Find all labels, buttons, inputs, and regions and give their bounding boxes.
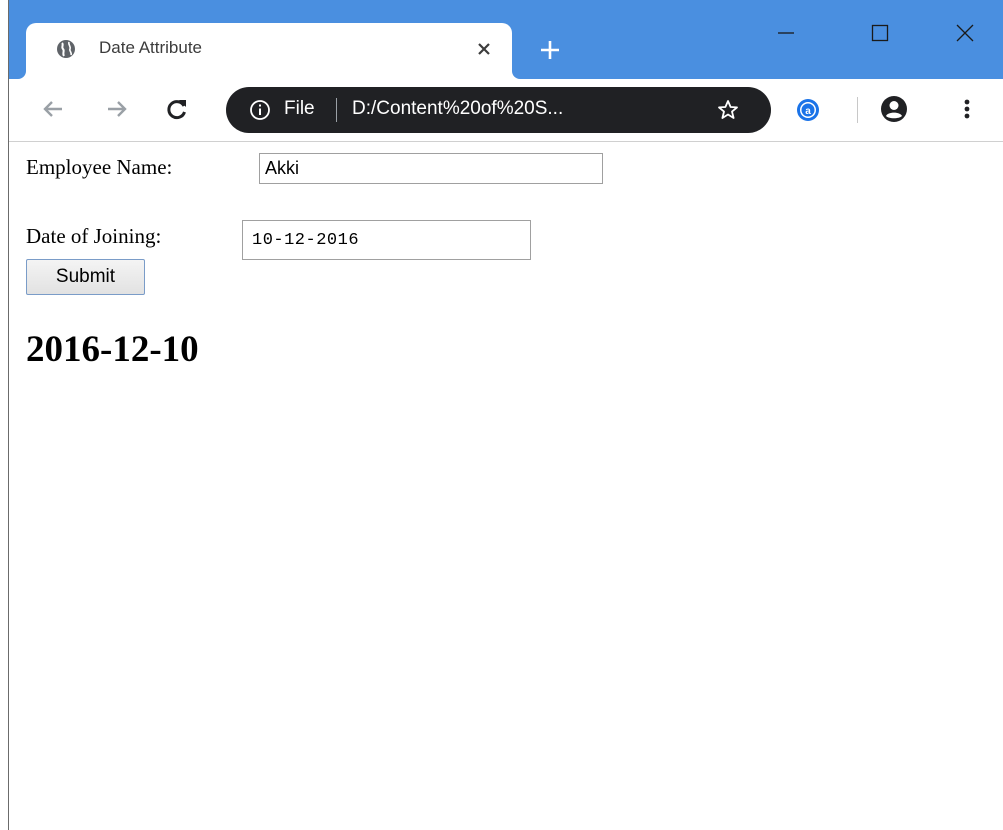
tab-title: Date Attribute xyxy=(99,38,203,57)
result-heading: 2016-12-10 xyxy=(26,329,199,370)
employee-name-input[interactable] xyxy=(259,153,603,184)
browser-toolbar: File D:/Content%20of%20S... a xyxy=(9,79,1003,142)
omnibox-divider xyxy=(336,98,337,122)
page-content: Employee Name: Date of Joining: Submit 2… xyxy=(9,142,1003,830)
globe-icon xyxy=(57,40,75,58)
employee-name-label: Employee Name: xyxy=(26,155,173,179)
bookmark-star-icon[interactable] xyxy=(716,98,740,122)
info-icon[interactable] xyxy=(249,99,271,121)
url-text[interactable]: D:/Content%20of%20S... xyxy=(352,98,563,120)
minimize-icon[interactable] xyxy=(771,18,801,48)
new-tab-icon[interactable] xyxy=(537,37,563,63)
more-vertical-icon[interactable] xyxy=(956,94,978,124)
profile-icon[interactable] xyxy=(879,94,909,124)
window-close-icon[interactable] xyxy=(950,18,980,48)
browser-window: Date Attribute File D:/Content%20of%20S.… xyxy=(8,0,1003,830)
maximize-icon[interactable] xyxy=(865,18,895,48)
svg-text:a: a xyxy=(805,106,811,117)
date-of-joining-input[interactable] xyxy=(242,220,531,260)
tab-date-attribute[interactable]: Date Attribute xyxy=(26,23,512,79)
address-bar[interactable]: File D:/Content%20of%20S... xyxy=(226,87,771,133)
forward-arrow-icon[interactable] xyxy=(102,94,132,124)
reload-icon[interactable] xyxy=(162,94,192,124)
date-of-joining-label: Date of Joining: xyxy=(26,224,162,248)
toolbar-divider xyxy=(857,97,858,123)
scheme-label: File xyxy=(284,98,315,119)
title-bar: Date Attribute xyxy=(9,0,1003,79)
extension-a-icon[interactable]: a xyxy=(795,97,821,123)
submit-button[interactable]: Submit xyxy=(26,259,145,295)
back-arrow-icon[interactable] xyxy=(38,94,68,124)
tab-close-icon[interactable] xyxy=(472,37,496,61)
